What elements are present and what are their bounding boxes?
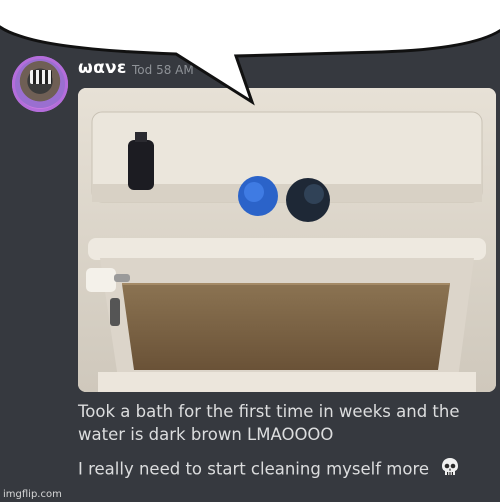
message-text-2: I really need to start cleaning myself m… (78, 457, 493, 483)
message-text: Took a bath for the first time in weeks … (78, 400, 493, 446)
message-line-1: Took a bath for the first time in weeks … (78, 402, 460, 421)
bathtub-photo (78, 88, 496, 392)
message-line-3: I really need to start cleaning myself m… (78, 459, 430, 479)
attached-image[interactable] (78, 88, 496, 392)
speech-bubble (0, 0, 500, 106)
message-line-2: water is dark brown LMAOOOO (78, 425, 334, 444)
watermark: imgflip.com (3, 489, 62, 500)
skull-emoji-icon (440, 457, 460, 483)
